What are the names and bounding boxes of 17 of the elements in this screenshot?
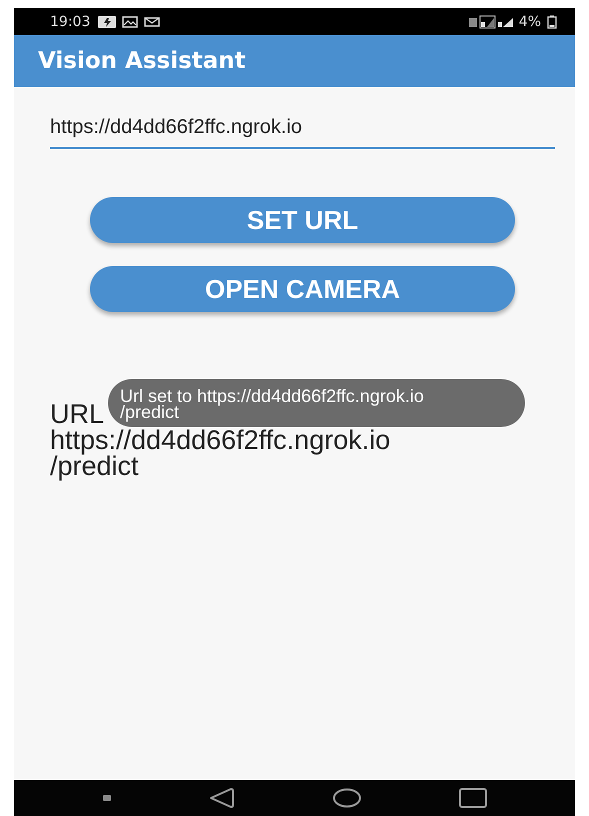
home-icon[interactable] — [332, 788, 362, 808]
action-button[interactable]: SET URL — [90, 197, 515, 243]
back-icon[interactable] — [209, 787, 236, 809]
signal-icon — [468, 14, 513, 28]
app-title: Vision Assistant — [38, 48, 246, 74]
clock-time: 19:03 — [50, 14, 90, 30]
recents-icon[interactable] — [458, 788, 487, 808]
battery-percent: 4% — [518, 14, 541, 30]
notification-icon — [98, 16, 116, 28]
toast-message: Url set to https://dd4dd66f2ffc.ngrok.io /predict — [108, 379, 525, 427]
battery-icon — [547, 14, 557, 28]
url-status-text: https://dd4dd66f2ffc.ngrok.io — [50, 427, 390, 453]
mail-icon — [144, 16, 160, 28]
url-status-text: URL — [50, 401, 104, 427]
image-icon — [122, 16, 138, 28]
url-input-field[interactable]: https://dd4dd66f2ffc.ngrok.io — [50, 116, 555, 149]
action-button[interactable]: OPEN CAMERA — [90, 266, 515, 312]
